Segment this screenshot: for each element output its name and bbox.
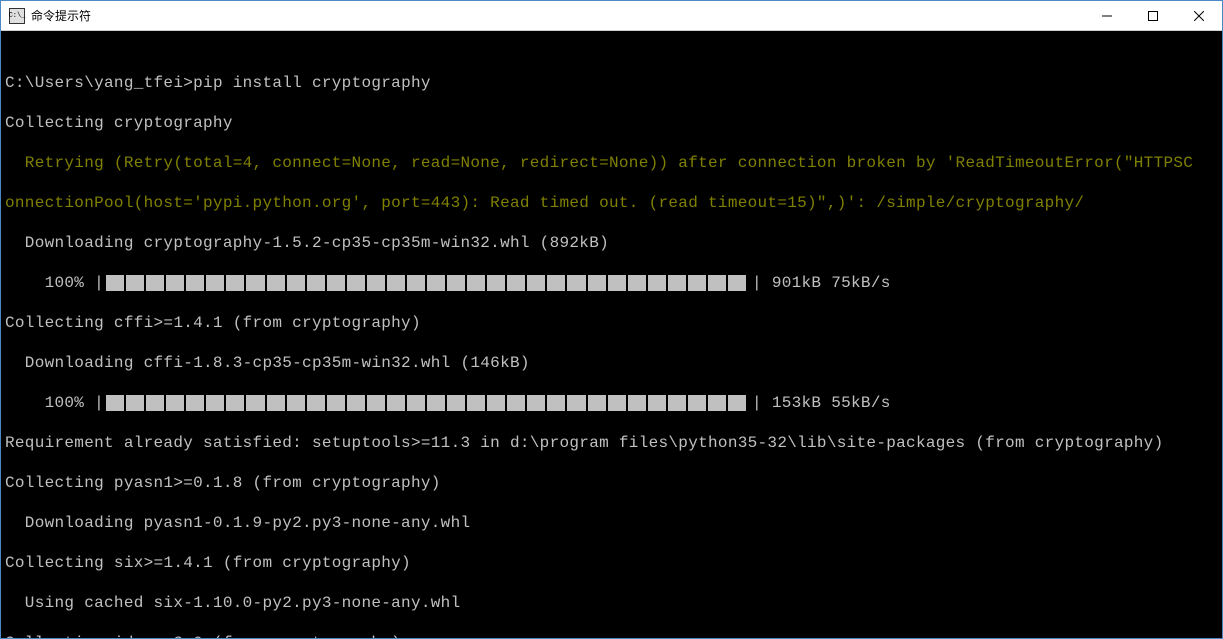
progress-segment bbox=[487, 395, 507, 411]
terminal-line: Collecting six>=1.4.1 (from cryptography… bbox=[5, 553, 1218, 573]
terminal-line: Collecting pyasn1>=0.1.8 (from cryptogra… bbox=[5, 473, 1218, 493]
terminal-line: Downloading cryptography-1.5.2-cp35-cp35… bbox=[5, 233, 1218, 253]
progress-segment bbox=[588, 395, 608, 411]
progress-segment bbox=[608, 275, 628, 291]
progress-segment bbox=[226, 395, 246, 411]
progress-segment bbox=[267, 395, 287, 411]
progress-segment bbox=[588, 275, 608, 291]
window-controls bbox=[1084, 1, 1222, 30]
progress-segment bbox=[567, 395, 587, 411]
progress-segment bbox=[206, 275, 226, 291]
progress-segment bbox=[407, 275, 427, 291]
progress-segment bbox=[668, 275, 688, 291]
progress-segment bbox=[728, 395, 746, 411]
progress-segment bbox=[287, 275, 307, 291]
progress-segment bbox=[547, 395, 567, 411]
progress-segment bbox=[527, 395, 547, 411]
progress-row: 100% | | 901kB 75kB/s bbox=[5, 273, 1218, 293]
titlebar: 命令提示符 bbox=[1, 1, 1222, 31]
maximize-icon bbox=[1148, 11, 1158, 21]
terminal-line: Requirement already satisfied: setuptool… bbox=[5, 433, 1218, 453]
progress-percent: 100% | bbox=[5, 393, 104, 413]
terminal-line: Collecting idna>=2.0 (from cryptography) bbox=[5, 633, 1218, 638]
progress-segment bbox=[728, 275, 746, 291]
progress-segment bbox=[407, 395, 427, 411]
progress-segment bbox=[106, 275, 126, 291]
progress-segment bbox=[688, 395, 708, 411]
progress-segment bbox=[708, 275, 728, 291]
progress-segment bbox=[327, 395, 347, 411]
progress-segment bbox=[507, 395, 527, 411]
progress-bar bbox=[106, 395, 746, 411]
terminal-line: Using cached six-1.10.0-py2.py3-none-any… bbox=[5, 593, 1218, 613]
progress-segment bbox=[146, 395, 166, 411]
progress-segment bbox=[347, 275, 367, 291]
progress-segment bbox=[628, 275, 648, 291]
progress-row: 100% | | 153kB 55kB/s bbox=[5, 393, 1218, 413]
cmd-icon bbox=[9, 8, 25, 24]
terminal-line: Downloading cffi-1.8.3-cp35-cp35m-win32.… bbox=[5, 353, 1218, 373]
progress-segment bbox=[186, 395, 206, 411]
prompt-line: C:\Users\yang_tfei>pip install cryptogra… bbox=[5, 73, 1218, 93]
progress-stats: | 901kB 75kB/s bbox=[752, 273, 891, 293]
retry-warning-line: onnectionPool(host='pypi.python.org', po… bbox=[5, 193, 1218, 213]
progress-segment bbox=[427, 275, 447, 291]
progress-segment bbox=[507, 275, 527, 291]
progress-segment bbox=[327, 275, 347, 291]
progress-bar bbox=[106, 275, 746, 291]
progress-segment bbox=[628, 395, 648, 411]
progress-segment bbox=[387, 275, 407, 291]
progress-segment bbox=[246, 395, 266, 411]
progress-segment bbox=[367, 395, 387, 411]
progress-segment bbox=[547, 275, 567, 291]
progress-segment bbox=[447, 395, 467, 411]
maximize-button[interactable] bbox=[1130, 1, 1176, 30]
command-text: pip install cryptography bbox=[193, 74, 431, 92]
window-title: 命令提示符 bbox=[31, 7, 1084, 24]
progress-segment bbox=[367, 275, 387, 291]
terminal-line: Collecting cffi>=1.4.1 (from cryptograph… bbox=[5, 313, 1218, 333]
progress-segment bbox=[186, 275, 206, 291]
progress-segment bbox=[287, 395, 307, 411]
progress-segment bbox=[126, 275, 146, 291]
progress-segment bbox=[347, 395, 367, 411]
progress-segment bbox=[226, 275, 246, 291]
progress-segment bbox=[307, 395, 327, 411]
progress-segment bbox=[648, 395, 668, 411]
terminal-line: Collecting cryptography bbox=[5, 113, 1218, 133]
progress-percent: 100% | bbox=[5, 273, 104, 293]
progress-segment bbox=[106, 395, 126, 411]
progress-segment bbox=[126, 395, 146, 411]
progress-segment bbox=[527, 275, 547, 291]
progress-segment bbox=[447, 275, 467, 291]
minimize-button[interactable] bbox=[1084, 1, 1130, 30]
progress-segment bbox=[567, 275, 587, 291]
progress-segment bbox=[387, 395, 407, 411]
progress-segment bbox=[246, 275, 266, 291]
minimize-icon bbox=[1102, 11, 1112, 21]
progress-segment bbox=[427, 395, 447, 411]
progress-segment bbox=[648, 275, 668, 291]
progress-segment bbox=[487, 275, 507, 291]
progress-segment bbox=[166, 275, 186, 291]
progress-segment bbox=[307, 275, 327, 291]
progress-segment bbox=[708, 395, 728, 411]
progress-segment bbox=[206, 395, 226, 411]
progress-segment bbox=[267, 275, 287, 291]
progress-segment bbox=[146, 275, 166, 291]
close-button[interactable] bbox=[1176, 1, 1222, 30]
retry-warning-line: Retrying (Retry(total=4, connect=None, r… bbox=[5, 153, 1218, 173]
progress-segment bbox=[668, 395, 688, 411]
progress-segment bbox=[608, 395, 628, 411]
close-icon bbox=[1194, 11, 1204, 21]
progress-segment bbox=[166, 395, 186, 411]
terminal-line: Downloading pyasn1-0.1.9-py2.py3-none-an… bbox=[5, 513, 1218, 533]
progress-segment bbox=[688, 275, 708, 291]
progress-segment bbox=[467, 395, 487, 411]
prompt: C:\Users\yang_tfei> bbox=[5, 74, 193, 92]
terminal-area[interactable]: C:\Users\yang_tfei>pip install cryptogra… bbox=[1, 31, 1222, 638]
progress-segment bbox=[467, 275, 487, 291]
progress-stats: | 153kB 55kB/s bbox=[752, 393, 891, 413]
